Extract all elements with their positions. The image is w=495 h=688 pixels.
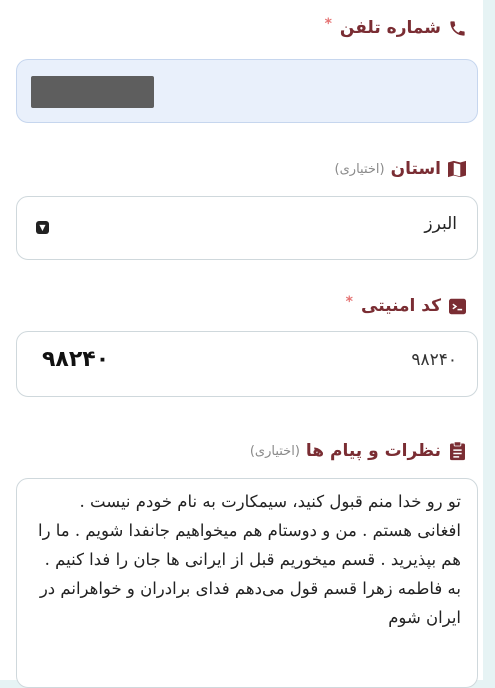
phone-value-redaction <box>31 76 154 108</box>
province-label-text: استان <box>390 159 441 179</box>
phone-input[interactable] <box>16 59 478 123</box>
side-rail <box>483 0 495 680</box>
map-icon <box>447 159 467 179</box>
phone-icon <box>447 18 467 38</box>
security-code-required-mark: * <box>345 294 353 310</box>
terminal-icon <box>447 296 467 316</box>
province-select[interactable]: البرز ▼ <box>16 196 478 260</box>
province-optional-note: (اختیاری) <box>334 161 385 177</box>
province-label: استان (اختیاری) <box>335 159 467 179</box>
province-selected-value: البرز <box>424 214 457 234</box>
comments-optional-note: (اختیاری) <box>249 443 300 459</box>
security-code-input[interactable]: ۹۸۲۴۰ <box>411 350 457 370</box>
security-code-field[interactable]: ٩٨٢۴٠ ۹۸۲۴۰ <box>16 331 478 397</box>
comments-textarea[interactable]: تو رو خدا منم قبول کنید، سیمکارت به نام … <box>16 478 478 688</box>
phone-label-text: شماره تلفن <box>339 18 441 38</box>
security-code-label: کد امنیتی * <box>345 294 467 316</box>
form-card: شماره تلفن * استان (اختیاری) البرز ▼ کد … <box>0 0 483 688</box>
captcha-image-text: ٩٨٢۴٠ <box>42 347 110 372</box>
security-code-label-text: کد امنیتی <box>361 296 441 316</box>
clipboard-icon <box>447 441 467 461</box>
comments-text: تو رو خدا منم قبول کنید، سیمکارت به نام … <box>37 492 461 627</box>
phone-required-mark: * <box>324 16 332 32</box>
comments-label: نظرات و پیام ها (اختیاری) <box>250 441 467 461</box>
chevron-down-icon: ▼ <box>36 221 49 234</box>
phone-label: شماره تلفن * <box>324 16 467 38</box>
comments-label-text: نظرات و پیام ها <box>305 441 441 461</box>
